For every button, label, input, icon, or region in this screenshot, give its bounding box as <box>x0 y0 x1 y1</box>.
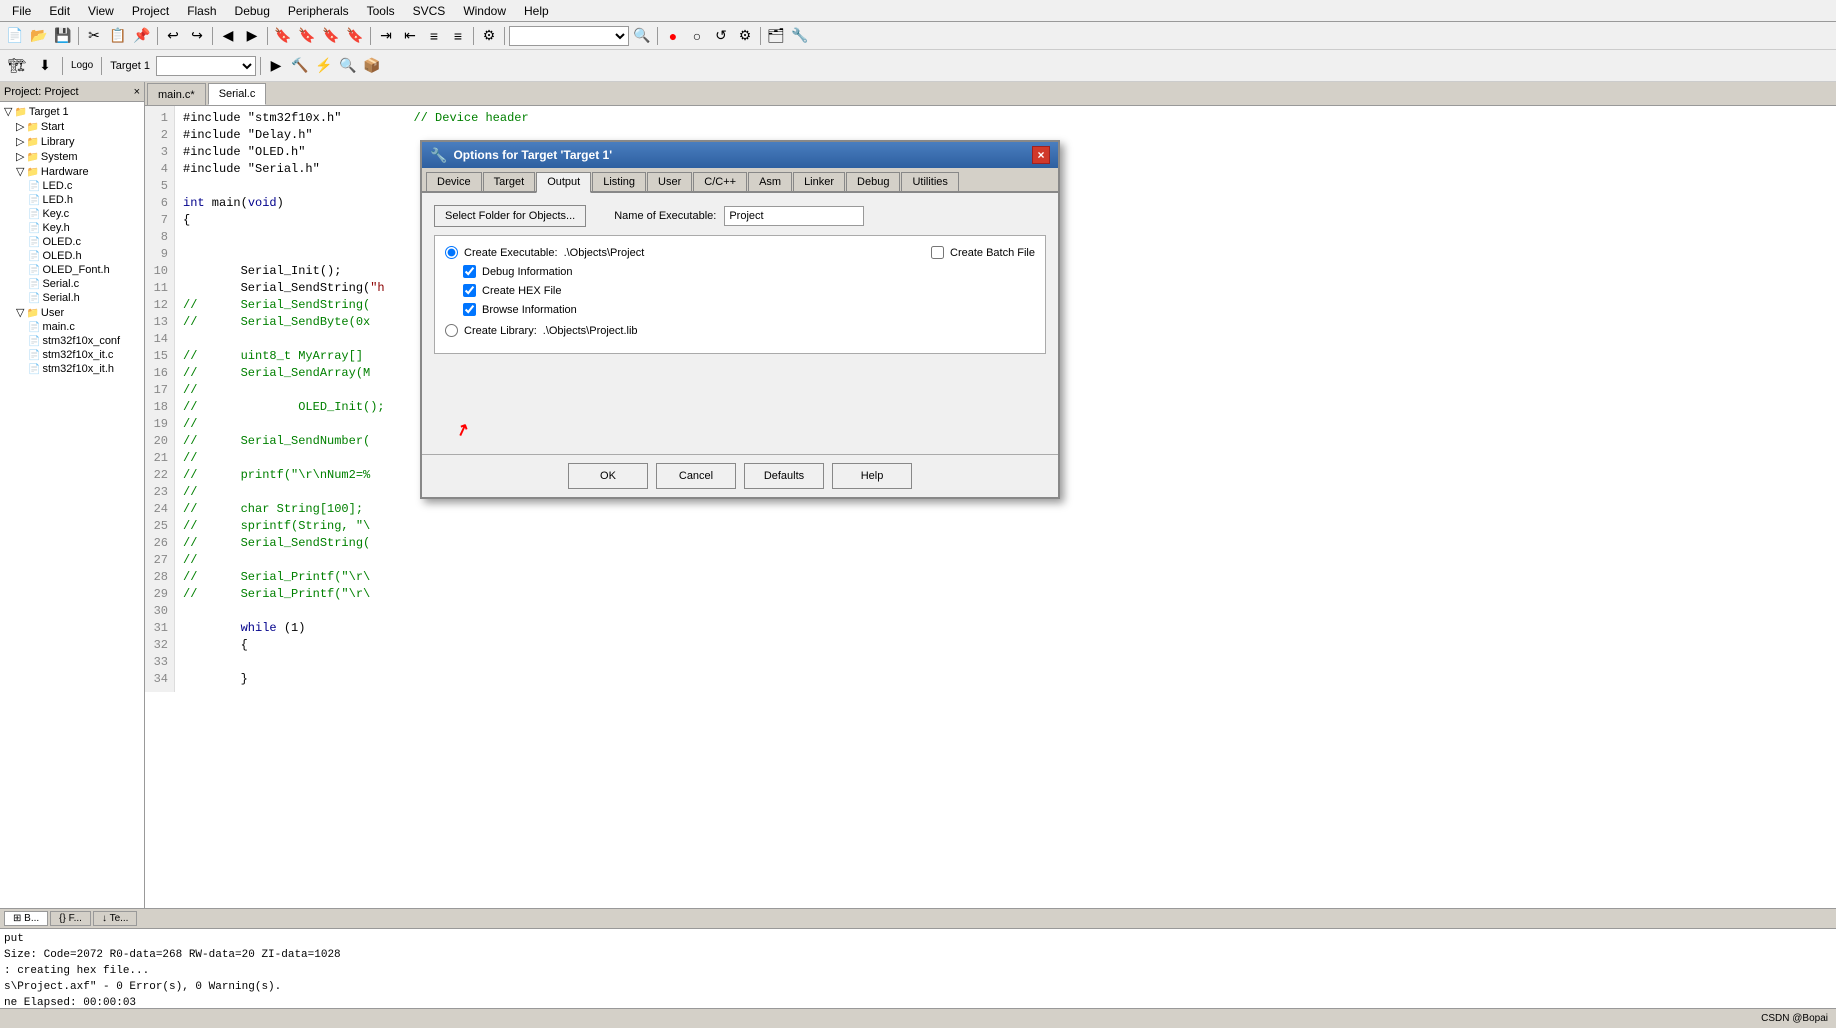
create-library-radio[interactable] <box>445 324 458 337</box>
create-library-path: .\Objects\Project.lib <box>543 325 638 337</box>
options-dialog: 🔧 Options for Target 'Target 1' × Device… <box>420 140 1060 499</box>
select-folder-btn[interactable]: Select Folder for Objects... <box>434 205 586 227</box>
dialog-tab-linker[interactable]: Linker <box>793 172 845 191</box>
dialog-empty-space <box>434 362 1046 442</box>
name-executable-input[interactable] <box>724 206 864 226</box>
dialog-tab-user[interactable]: User <box>647 172 692 191</box>
dialog-titlebar: 🔧 Options for Target 'Target 1' × <box>422 142 1058 168</box>
dialog-tab-utilities[interactable]: Utilities <box>901 172 958 191</box>
create-hex-label: Create HEX File <box>482 285 561 297</box>
dialog-app-icon: 🔧 <box>430 147 447 164</box>
dialog-close-btn[interactable]: × <box>1032 146 1050 164</box>
dialog-tab-device[interactable]: Device <box>426 172 482 191</box>
create-executable-label: Create Executable: <box>464 247 558 259</box>
dialog-tabs: Device Target Output Listing User C/C++ … <box>422 168 1058 193</box>
create-batch-checkbox[interactable] <box>931 246 944 259</box>
name-executable-label: Name of Executable: <box>614 210 716 222</box>
dialog-tab-output[interactable]: Output <box>536 172 591 193</box>
create-hex-checkbox[interactable] <box>463 284 476 297</box>
create-hex-row: Create HEX File <box>445 284 1035 297</box>
create-library-label: Create Library: <box>464 325 537 337</box>
status-right: CSDN @Bopai <box>1761 1013 1828 1024</box>
dialog-ok-btn[interactable]: OK <box>568 463 648 489</box>
browse-info-label: Browse Information <box>482 304 577 316</box>
debug-info-row: Debug Information <box>445 265 1035 278</box>
create-library-row: Create Library: .\Objects\Project.lib <box>445 324 1035 337</box>
dialog-body: Select Folder for Objects... Name of Exe… <box>422 193 1058 454</box>
statusbar: CSDN @Bopai <box>0 1008 1836 1028</box>
dialog-defaults-btn[interactable]: Defaults <box>744 463 824 489</box>
dialog-row-top: Select Folder for Objects... Name of Exe… <box>434 205 1046 227</box>
dialog-tab-cpp[interactable]: C/C++ <box>693 172 747 191</box>
browse-info-row: Browse Information <box>445 303 1035 316</box>
dialog-main-section: Create Executable: .\Objects\Project Cre… <box>434 235 1046 354</box>
dialog-help-btn[interactable]: Help <box>832 463 912 489</box>
create-batch-label: Create Batch File <box>950 247 1035 259</box>
create-executable-row: Create Executable: .\Objects\Project Cre… <box>445 246 1035 259</box>
dialog-tab-listing[interactable]: Listing <box>592 172 646 191</box>
create-executable-path: .\Objects\Project <box>564 247 645 259</box>
dialog-tab-target[interactable]: Target <box>483 172 536 191</box>
debug-info-label: Debug Information <box>482 266 573 278</box>
output-line-5: ne Elapsed: 00:00:03 <box>4 995 1832 1008</box>
debug-info-checkbox[interactable] <box>463 265 476 278</box>
dialog-title: Options for Target 'Target 1' <box>453 148 612 162</box>
dialog-tab-asm[interactable]: Asm <box>748 172 792 191</box>
create-executable-radio[interactable] <box>445 246 458 259</box>
browse-info-checkbox[interactable] <box>463 303 476 316</box>
dialog-tab-debug[interactable]: Debug <box>846 172 900 191</box>
dialog-footer: OK Cancel Defaults Help <box>422 454 1058 497</box>
dialog-cancel-btn[interactable]: Cancel <box>656 463 736 489</box>
